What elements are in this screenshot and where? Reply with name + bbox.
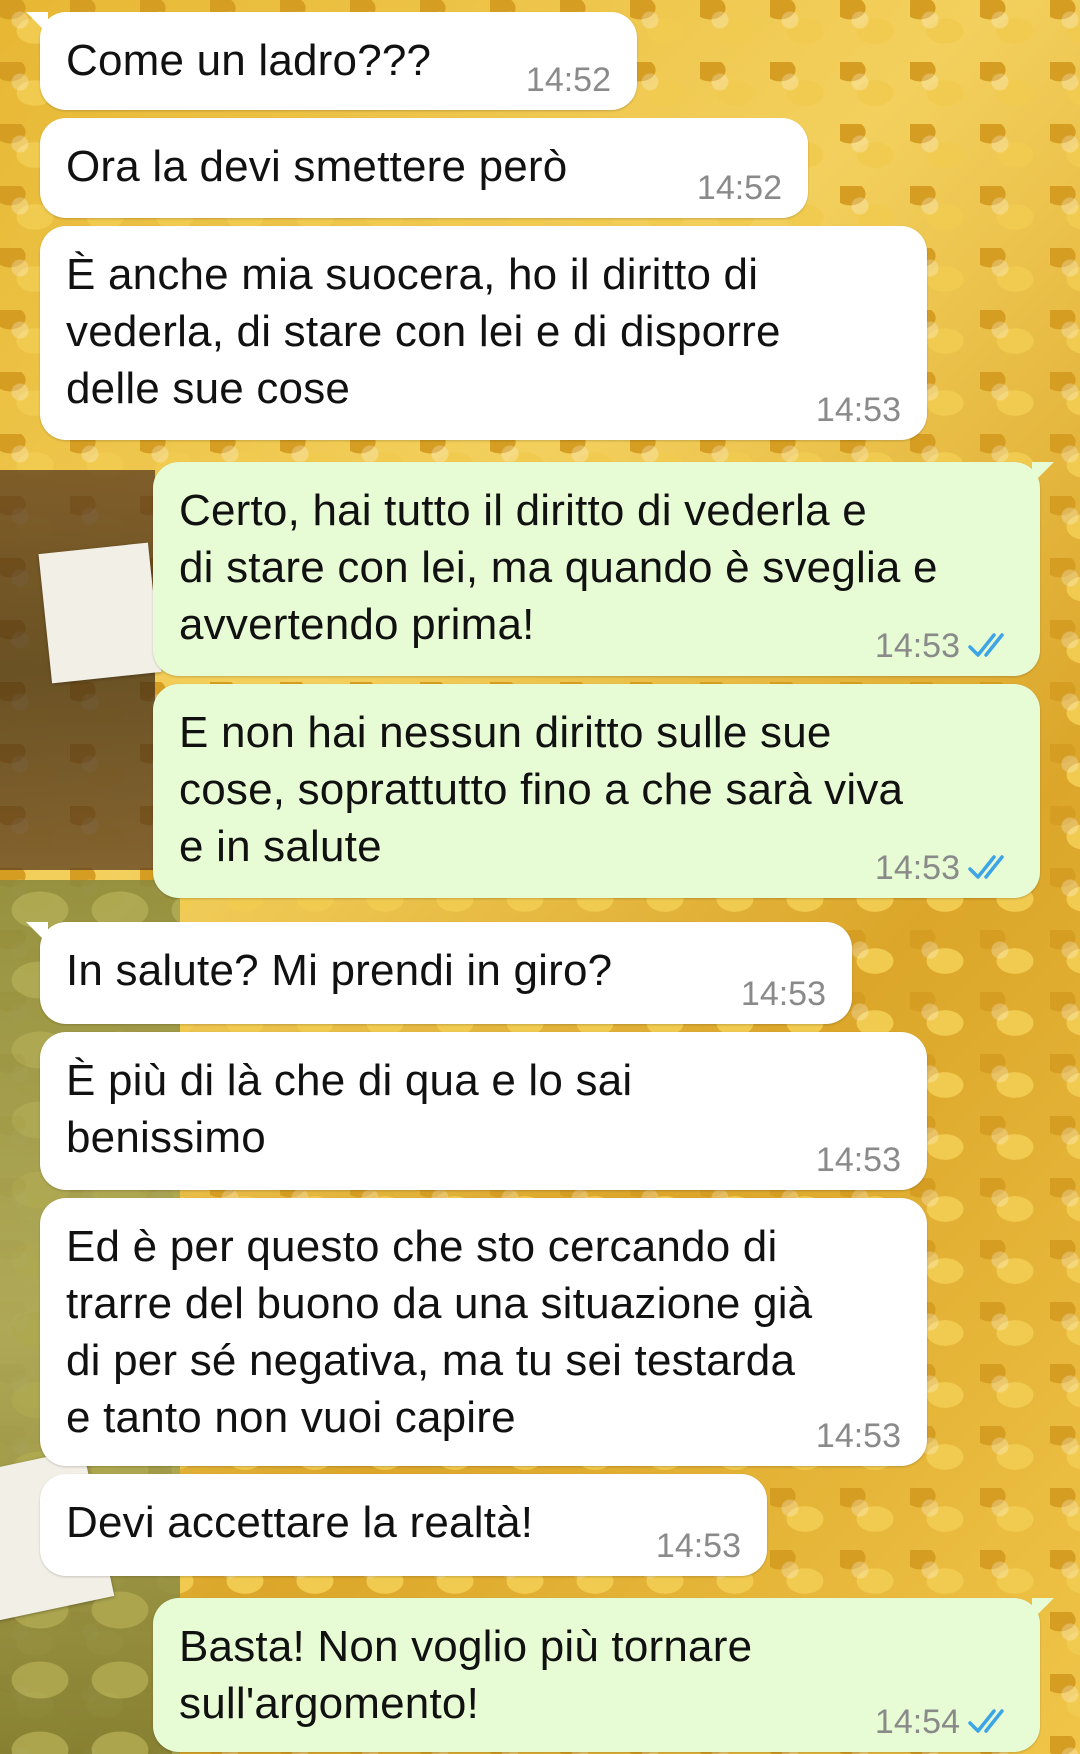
message-time: 14:54 (874, 1703, 960, 1741)
message-text: Ora la devi smettere però (66, 142, 568, 191)
message-time: 14:53 (874, 627, 960, 665)
message-outgoing[interactable]: E non hai nessun diritto sulle sue cose,… (153, 684, 1040, 898)
message-time: 14:52 (525, 61, 611, 99)
message-text: Devi accettare la realtà! (66, 1498, 534, 1547)
message-incoming[interactable]: È anche mia suocera, ho il diritto di ve… (40, 226, 927, 440)
chat-message-list: Come un ladro??? 14:52 Ora la devi smett… (0, 0, 1080, 1754)
message-time: 14:52 (696, 169, 782, 207)
message-outgoing[interactable]: Basta! Non voglio più tornare sull'argom… (153, 1598, 1054, 1752)
message-text: È anche mia suocera, ho il diritto di ve… (66, 250, 781, 413)
message-meta: 14:54 (875, 1702, 1014, 1742)
message-incoming[interactable]: Ora la devi smettere però 14:52 (40, 118, 808, 218)
message-time: 14:53 (655, 1527, 741, 1565)
message-meta: 14:53 (816, 390, 901, 430)
message-time: 14:53 (815, 1417, 901, 1455)
message-meta: 14:53 (741, 974, 826, 1014)
message-incoming[interactable]: È più di là che di qua e lo sai benissim… (40, 1032, 927, 1190)
message-meta: 14:53 (875, 848, 1014, 888)
double-check-read-icon (968, 633, 1004, 657)
message-incoming[interactable]: Come un ladro??? 14:52 (26, 12, 637, 110)
double-check-read-icon (968, 1709, 1004, 1733)
message-outgoing[interactable]: Certo, hai tutto il diritto di vederla e… (153, 462, 1054, 676)
message-text: In salute? Mi prendi in giro? (66, 946, 613, 995)
message-text: Ed è per questo che sto cercando di trar… (66, 1222, 813, 1442)
message-meta: 14:53 (875, 626, 1014, 666)
message-meta: 14:52 (526, 60, 611, 100)
message-incoming[interactable]: Devi accettare la realtà! 14:53 (40, 1474, 767, 1576)
message-text: È più di là che di qua e lo sai benissim… (66, 1056, 633, 1162)
message-meta: 14:52 (697, 168, 782, 208)
message-time: 14:53 (815, 391, 901, 429)
message-meta: 14:53 (656, 1526, 741, 1566)
message-time: 14:53 (874, 849, 960, 887)
message-time: 14:53 (815, 1141, 901, 1179)
message-incoming[interactable]: In salute? Mi prendi in giro? 14:53 (26, 922, 852, 1024)
message-meta: 14:53 (816, 1140, 901, 1180)
message-meta: 14:53 (816, 1416, 901, 1456)
message-incoming[interactable]: Ed è per questo che sto cercando di trar… (40, 1198, 927, 1466)
double-check-read-icon (968, 855, 1004, 879)
message-time: 14:53 (740, 975, 826, 1013)
